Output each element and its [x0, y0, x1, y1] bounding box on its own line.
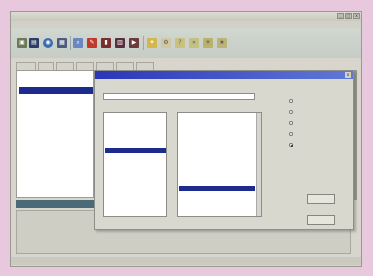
source-list-item[interactable] — [105, 177, 166, 182]
list-row[interactable] — [19, 80, 93, 87]
source-list-item[interactable] — [105, 154, 166, 159]
source-list-item[interactable] — [105, 165, 166, 170]
dialog-close-button[interactable]: x — [345, 72, 351, 78]
field-list-scrollbar[interactable] — [256, 113, 261, 216]
option-radio[interactable] — [289, 121, 293, 125]
field-list-item[interactable] — [179, 179, 255, 184]
list-row[interactable] — [19, 129, 93, 136]
close-button[interactable]: x — [353, 13, 360, 19]
source-list-item[interactable] — [105, 160, 166, 165]
list-row[interactable] — [19, 136, 93, 143]
list-row[interactable] — [19, 122, 93, 129]
list-row[interactable] — [19, 178, 93, 185]
dialog: x — [94, 70, 354, 230]
minimize-button[interactable]: _ — [337, 13, 344, 19]
field-list-item[interactable] — [179, 157, 255, 162]
ok-button[interactable] — [307, 194, 335, 204]
source-list-item[interactable] — [105, 131, 166, 136]
source-list-item[interactable] — [105, 125, 166, 130]
field-list-item[interactable] — [179, 208, 255, 213]
list-row[interactable] — [19, 115, 93, 122]
list-row[interactable] — [19, 164, 93, 171]
name-input[interactable] — [103, 93, 255, 100]
chart-icon[interactable]: ▮ — [101, 38, 111, 48]
globe-icon[interactable]: ◉ — [43, 38, 53, 48]
folder-icon[interactable]: ▣ — [17, 38, 27, 48]
star-icon[interactable]: ★ — [217, 38, 227, 48]
dialog-title-bar: x — [95, 71, 353, 79]
field-list-item[interactable] — [179, 164, 255, 169]
list-row[interactable] — [19, 192, 93, 199]
list-row[interactable] — [19, 101, 93, 108]
list-row[interactable] — [19, 171, 93, 178]
source-list-item[interactable] — [105, 143, 166, 148]
search-icon[interactable]: ⌕ — [73, 38, 83, 48]
list-row[interactable] — [19, 87, 93, 94]
list-row[interactable] — [19, 94, 93, 101]
maximize-button[interactable]: □ — [345, 13, 352, 19]
next-icon[interactable]: » — [189, 38, 199, 48]
title-bar: _ □ x — [11, 12, 361, 21]
application-window: _ □ x ▣ ▤ ◉ ▦ ⌕ ✎ ▮ ▥ ▶ ✦ ⚙ ? » ☀ ★ x — [10, 11, 362, 267]
help-icon[interactable]: ? — [175, 38, 185, 48]
source-list-item[interactable] — [105, 171, 166, 176]
status-strip — [16, 200, 94, 208]
source-list-item[interactable] — [105, 137, 166, 142]
toolbar: ▣ ▤ ◉ ▦ ⌕ ✎ ▮ ▥ ▶ ✦ ⚙ ? » ☀ ★ — [11, 28, 361, 58]
field-list-item[interactable] — [179, 172, 255, 177]
source-list-item[interactable] — [105, 211, 166, 216]
field-list-item[interactable] — [179, 136, 255, 141]
toolbar-separator-2 — [143, 36, 144, 50]
option-radio[interactable] — [289, 132, 293, 136]
edit-icon[interactable]: ✎ — [87, 38, 97, 48]
source-list-item[interactable] — [105, 114, 166, 119]
source-list[interactable] — [103, 112, 167, 217]
source-list-item[interactable] — [105, 148, 166, 154]
source-list-item[interactable] — [105, 194, 166, 199]
print-icon[interactable]: ▦ — [57, 38, 67, 48]
list-row[interactable] — [19, 143, 93, 150]
field-list-item[interactable] — [179, 114, 255, 119]
list-row[interactable] — [19, 108, 93, 115]
option-radio[interactable] — [289, 110, 293, 114]
tools-icon[interactable]: ⚙ — [161, 38, 171, 48]
list-row[interactable] — [19, 185, 93, 192]
field-list-item[interactable] — [179, 143, 255, 148]
source-list-item[interactable] — [105, 200, 166, 205]
status-bar — [11, 257, 361, 265]
toolbar-separator — [70, 36, 71, 50]
sun-icon[interactable]: ☀ — [203, 38, 213, 48]
field-list[interactable] — [177, 112, 262, 217]
source-list-item[interactable] — [105, 120, 166, 125]
option-radio[interactable] — [289, 99, 293, 103]
source-list-item[interactable] — [105, 205, 166, 210]
run-icon[interactable]: ▶ — [129, 38, 139, 48]
source-list-item[interactable] — [105, 182, 166, 187]
list-row[interactable] — [19, 73, 93, 80]
settings-icon[interactable]: ✦ — [147, 38, 157, 48]
menu-bar — [11, 21, 361, 28]
cancel-button[interactable] — [307, 215, 335, 225]
field-list-item[interactable] — [179, 186, 255, 191]
field-list-item[interactable] — [179, 200, 255, 205]
field-list-item[interactable] — [179, 128, 255, 133]
save-icon[interactable]: ▤ — [29, 38, 39, 48]
field-list-item[interactable] — [179, 121, 255, 126]
field-list-item[interactable] — [179, 150, 255, 155]
list-row[interactable] — [19, 150, 93, 157]
option-radio[interactable] — [289, 143, 293, 147]
data-list-pane[interactable] — [16, 70, 94, 198]
source-list-item[interactable] — [105, 188, 166, 193]
table-icon[interactable]: ▥ — [115, 38, 125, 48]
field-list-item[interactable] — [179, 193, 255, 198]
list-row[interactable] — [19, 157, 93, 164]
